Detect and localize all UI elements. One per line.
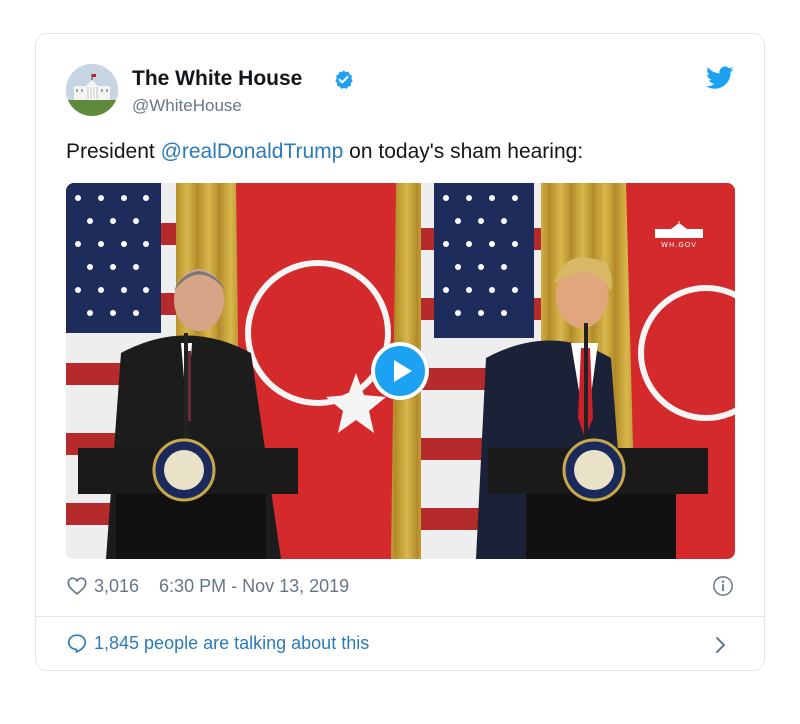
mention-link[interactable]: @realDonaldTrump	[161, 140, 344, 163]
white-house-logo-icon	[655, 221, 703, 238]
tweet-text-start: President	[66, 140, 161, 163]
tweet-timestamp[interactable]: 6:30 PM - Nov 13, 2019	[159, 576, 349, 597]
chevron-right-icon[interactable]	[714, 634, 728, 656]
speech-bubble-icon	[67, 634, 87, 653]
tweet-text: President @realDonaldTrump on today's sh…	[66, 140, 583, 164]
account-handle[interactable]: @WhiteHouse	[132, 96, 242, 116]
talking-count-text: 1,845 people are talking about this	[94, 632, 370, 653]
tweet-text-end: on today's sham hearing:	[343, 140, 584, 163]
conversation-link[interactable]: 1,845 people are talking about this	[66, 632, 369, 654]
info-icon[interactable]	[712, 575, 734, 597]
avatar[interactable]	[66, 64, 118, 116]
like-count[interactable]: 3,016	[94, 576, 139, 597]
play-icon	[375, 346, 425, 396]
account-name[interactable]: The White House	[132, 67, 302, 91]
divider	[36, 616, 764, 617]
play-button[interactable]	[371, 342, 429, 400]
tweet-meta: 3,016 6:30 PM - Nov 13, 2019	[66, 574, 349, 598]
watermark-text: WH.GOV	[661, 241, 697, 249]
verified-badge-icon	[335, 70, 353, 89]
tweet-card[interactable]: The White House @WhiteHouse President @r…	[35, 33, 765, 671]
video-thumbnail[interactable]: WH.GOV	[66, 183, 735, 559]
white-house-avatar-image	[66, 64, 118, 116]
twitter-bird-icon[interactable]	[706, 66, 734, 90]
heart-icon[interactable]	[66, 575, 88, 597]
wh-gov-watermark: WH.GOV	[651, 221, 707, 249]
